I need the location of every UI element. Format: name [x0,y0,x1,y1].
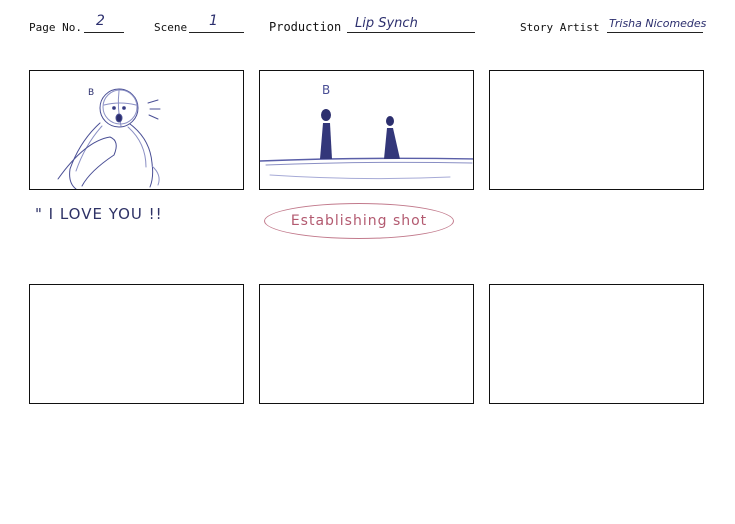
panel-2-note-text: Establishing shot [290,213,428,229]
panel-1-dialogue: " I LOVE YOU !! [35,205,163,223]
page-no-value: 2 [96,13,105,29]
story-artist-value: Trisha Nicomedes [609,17,707,30]
character-letter: B [88,88,95,98]
production-value: Lip Synch [355,16,418,31]
story-artist-line [607,32,703,33]
story-artist-label: Story Artist [520,21,600,34]
scene-value: 1 [209,13,218,29]
storyboard-panel-5 [259,284,474,404]
panel-2-note: Establishing shot [264,203,454,239]
production-label: Production [269,20,342,34]
page-no-line [84,32,124,33]
figure-letter: B [322,83,331,97]
two-figures-sketch [260,109,473,180]
production-line [347,32,475,33]
storyboard-panel-3 [489,70,704,190]
storyboard-panel-1: B [29,70,244,190]
storyboard-panel-4 [29,284,244,404]
storyboard-panel-6 [489,284,704,404]
scene-label: Scene [154,21,188,34]
character-sketch [57,88,161,189]
storyboard-panel-2: B [259,70,474,190]
scene-line [189,32,244,33]
page-no-label: Page No. [29,21,82,34]
